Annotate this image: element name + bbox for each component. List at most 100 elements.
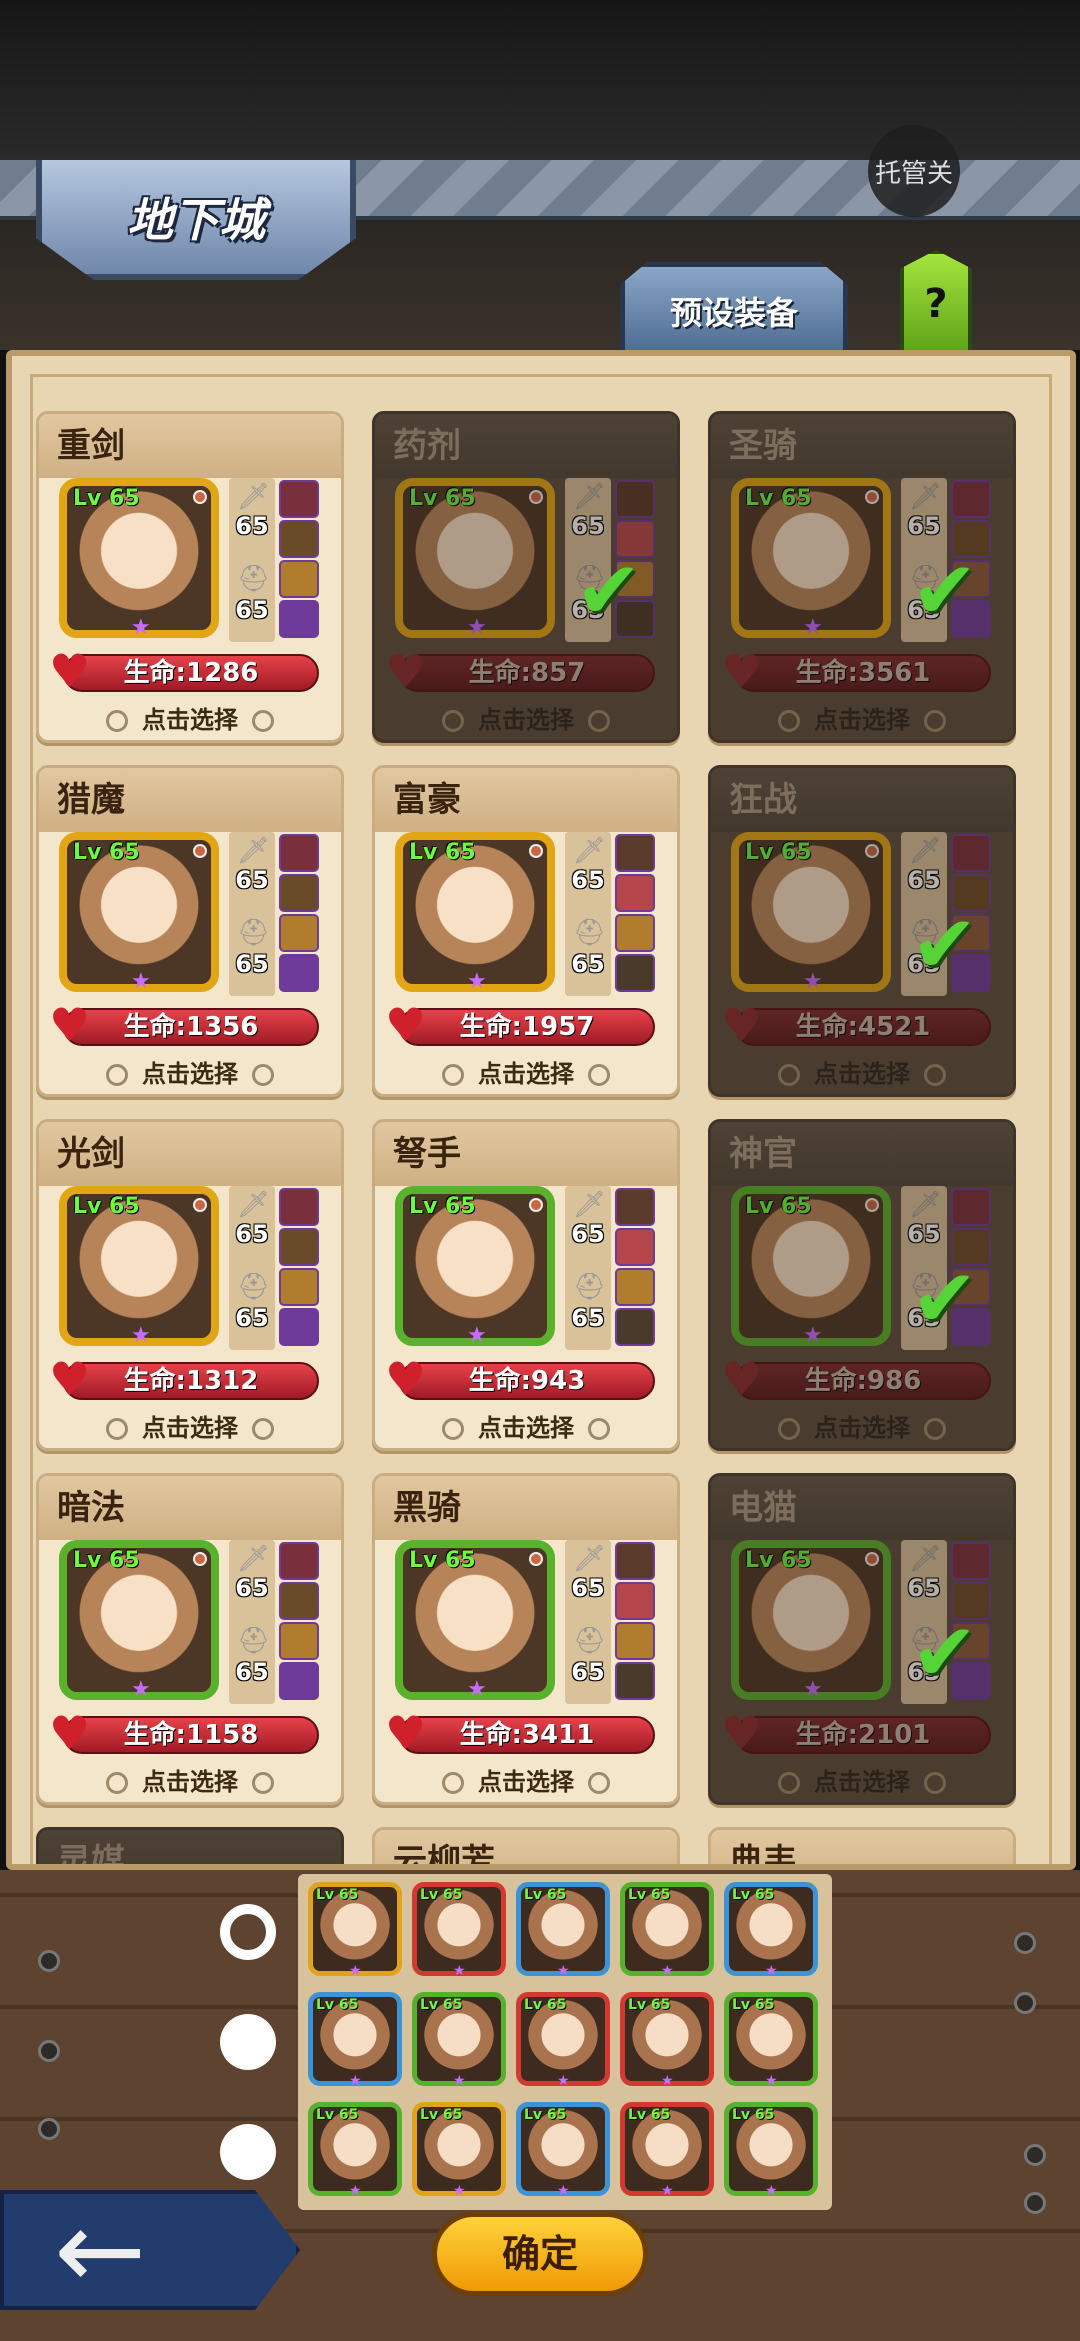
team-radio[interactable] <box>220 1904 276 1960</box>
helmet-icon: ⛑ <box>573 918 607 948</box>
hero-card[interactable]: 猎魔 Lv 65 ★ 🗡 65 ⛑ 65 生命:1356 ♥ 点击选择 <box>36 765 344 1097</box>
back-button[interactable]: ← <box>0 2190 300 2310</box>
team-member-portrait[interactable]: Lv 65 ★ <box>308 1882 402 1979</box>
defense-value: 65 <box>571 950 605 978</box>
hero-portrait: Lv 65 ★ <box>395 1186 555 1348</box>
team-member-portrait[interactable]: Lv 65 ★ <box>620 1992 714 2089</box>
checkmark-icon: ✔ <box>911 544 979 637</box>
equipment-slot-icon <box>615 1228 655 1266</box>
sword-icon: 🗡 <box>573 836 607 866</box>
select-hint: 点击选择 <box>39 1762 341 1797</box>
hero-card[interactable]: 暗法 Lv 65 ★ 🗡 65 ⛑ 65 生命:1158 ♥ 点击选择 <box>36 1473 344 1805</box>
page-title-plate: 地下城 <box>36 160 356 280</box>
hero-card[interactable]: 狂战 Lv 65 ★ 🗡 65 ⛑ 65 生命:4521 ♥ 点击选择 ✔ <box>708 765 1016 1097</box>
hero-name: 猎魔 <box>39 768 341 832</box>
hero-card[interactable]: 富豪 Lv 65 ★ 🗡 65 ⛑ 65 生命:1957 ♥ 点击选择 <box>372 765 680 1097</box>
preset-equipment-tab[interactable]: 预设装备 <box>620 262 848 354</box>
equipment-column <box>279 1186 325 1350</box>
hero-card-partial[interactable]: 典韦 <box>708 1827 1016 1864</box>
equipment-slot-icon <box>615 1622 655 1660</box>
team-radio[interactable] <box>220 2014 276 2070</box>
equipment-slot-icon <box>615 1188 655 1226</box>
bolt-icon <box>38 2118 60 2140</box>
select-label: 点击选择 <box>142 1060 238 1088</box>
defense-value: 65 <box>571 1304 605 1332</box>
team-member-portrait[interactable]: Lv 65 ★ <box>724 2102 818 2199</box>
team-member-portrait[interactable]: Lv 65 ★ <box>516 1992 610 2089</box>
equipment-slot-icon <box>615 1582 655 1620</box>
bolt-icon <box>1024 2144 1046 2166</box>
hero-card-partial[interactable]: 灵媒 <box>36 1827 344 1864</box>
hero-card[interactable]: 光剑 Lv 65 ★ 🗡 65 ⛑ 65 生命:1312 ♥ 点击选择 <box>36 1119 344 1451</box>
team-member-portrait[interactable]: Lv 65 ★ <box>620 2102 714 2199</box>
select-hint: 点击选择 <box>375 1408 677 1443</box>
team-member-portrait[interactable]: Lv 65 ★ <box>412 2102 506 2199</box>
team-radio[interactable] <box>220 2124 276 2180</box>
equipment-slot-icon <box>279 874 319 912</box>
hero-card[interactable]: 神官 Lv 65 ★ 🗡 65 ⛑ 65 生命:986 ♥ 点击选择 ✔ <box>708 1119 1016 1451</box>
team-member-portrait[interactable]: Lv 65 ★ <box>308 1992 402 2089</box>
help-button[interactable]: ? <box>900 250 972 354</box>
confirm-button[interactable]: 确定 <box>432 2212 648 2296</box>
defense-value: 65 <box>235 1658 269 1686</box>
hero-name: 狂战 <box>711 768 1013 832</box>
select-hint: 点击选择 <box>39 700 341 735</box>
equipment-slot-icon <box>279 914 319 952</box>
star-icon: ★ <box>661 2183 674 2199</box>
defense-value: 65 <box>571 1658 605 1686</box>
star-icon: ★ <box>131 969 151 994</box>
checkmark-icon: ✔ <box>911 1252 979 1345</box>
equipment-slot-icon <box>615 914 655 952</box>
status-dot-icon <box>193 844 207 858</box>
equipment-slot-icon <box>279 1228 319 1266</box>
hero-card[interactable]: 电猫 Lv 65 ★ 🗡 65 ⛑ 65 生命:2101 ♥ 点击选择 ✔ <box>708 1473 1016 1805</box>
radio-left-icon <box>106 710 128 732</box>
checkmark-icon: ✔ <box>575 544 643 637</box>
select-hint: 点击选择 <box>375 1762 677 1797</box>
hero-level: Lv 65 <box>409 840 476 865</box>
select-label: 点击选择 <box>478 1414 574 1442</box>
team-member-portrait[interactable]: Lv 65 ★ <box>516 1882 610 1979</box>
equipment-column <box>279 832 325 996</box>
status-dot-icon <box>193 1552 207 1566</box>
star-icon: ★ <box>131 615 151 640</box>
auto-toggle-button[interactable]: 托管关 <box>868 125 960 217</box>
stat-column: 🗡 65 ⛑ 65 <box>229 1540 275 1704</box>
star-icon: ★ <box>453 2183 466 2199</box>
hero-card-partial[interactable]: 云柳芳 <box>372 1827 680 1864</box>
star-icon: ★ <box>131 1323 151 1348</box>
attack-value: 65 <box>235 512 269 540</box>
equipment-slot-icon <box>279 600 319 638</box>
hero-card[interactable]: 弩手 Lv 65 ★ 🗡 65 ⛑ 65 生命:943 ♥ 点击选择 <box>372 1119 680 1451</box>
team-member-portrait[interactable]: Lv 65 ★ <box>516 2102 610 2199</box>
hero-level: Lv 65 <box>73 840 140 865</box>
hp-bar: 生命:1312 <box>63 1362 319 1400</box>
equipment-slot-icon <box>615 954 655 992</box>
defense-value: 65 <box>235 1304 269 1332</box>
star-icon: ★ <box>131 1677 151 1702</box>
radio-right-icon <box>252 1418 274 1440</box>
hero-card[interactable]: 药剂 Lv 65 ★ 🗡 65 ⛑ 65 生命:857 ♥ 点击选择 ✔ <box>372 411 680 743</box>
hero-card[interactable]: 黑骑 Lv 65 ★ 🗡 65 ⛑ 65 生命:3411 ♥ 点击选择 <box>372 1473 680 1805</box>
hero-name: 云柳芳 <box>375 1830 677 1864</box>
member-level: Lv 65 <box>628 2107 671 2123</box>
hero-level: Lv 65 <box>409 1548 476 1573</box>
hp-bar: 生命:1957 <box>399 1008 655 1046</box>
hero-portrait: Lv 65 ★ <box>59 478 219 640</box>
member-level: Lv 65 <box>420 2107 463 2123</box>
team-member-portrait[interactable]: Lv 65 ★ <box>620 1882 714 1979</box>
star-icon: ★ <box>765 2183 778 2199</box>
hero-card[interactable]: 圣骑 Lv 65 ★ 🗡 65 ⛑ 65 生命:3561 ♥ 点击选择 ✔ <box>708 411 1016 743</box>
checkmark-icon: ✔ <box>911 1606 979 1699</box>
status-dot-icon <box>193 490 207 504</box>
sword-icon: 🗡 <box>237 482 271 512</box>
team-member-portrait[interactable]: Lv 65 ★ <box>412 1992 506 2089</box>
team-member-portrait[interactable]: Lv 65 ★ <box>308 2102 402 2199</box>
hero-portrait: Lv 65 ★ <box>395 832 555 994</box>
hero-card[interactable]: 重剑 Lv 65 ★ 🗡 65 ⛑ 65 生命:1286 ♥ 点击选择 <box>36 411 344 743</box>
team-member-portrait[interactable]: Lv 65 ★ <box>412 1882 506 1979</box>
equipment-column <box>615 832 661 996</box>
team-member-portrait[interactable]: Lv 65 ★ <box>724 1882 818 1979</box>
hero-level: Lv 65 <box>409 1194 476 1219</box>
team-member-portrait[interactable]: Lv 65 ★ <box>724 1992 818 2089</box>
